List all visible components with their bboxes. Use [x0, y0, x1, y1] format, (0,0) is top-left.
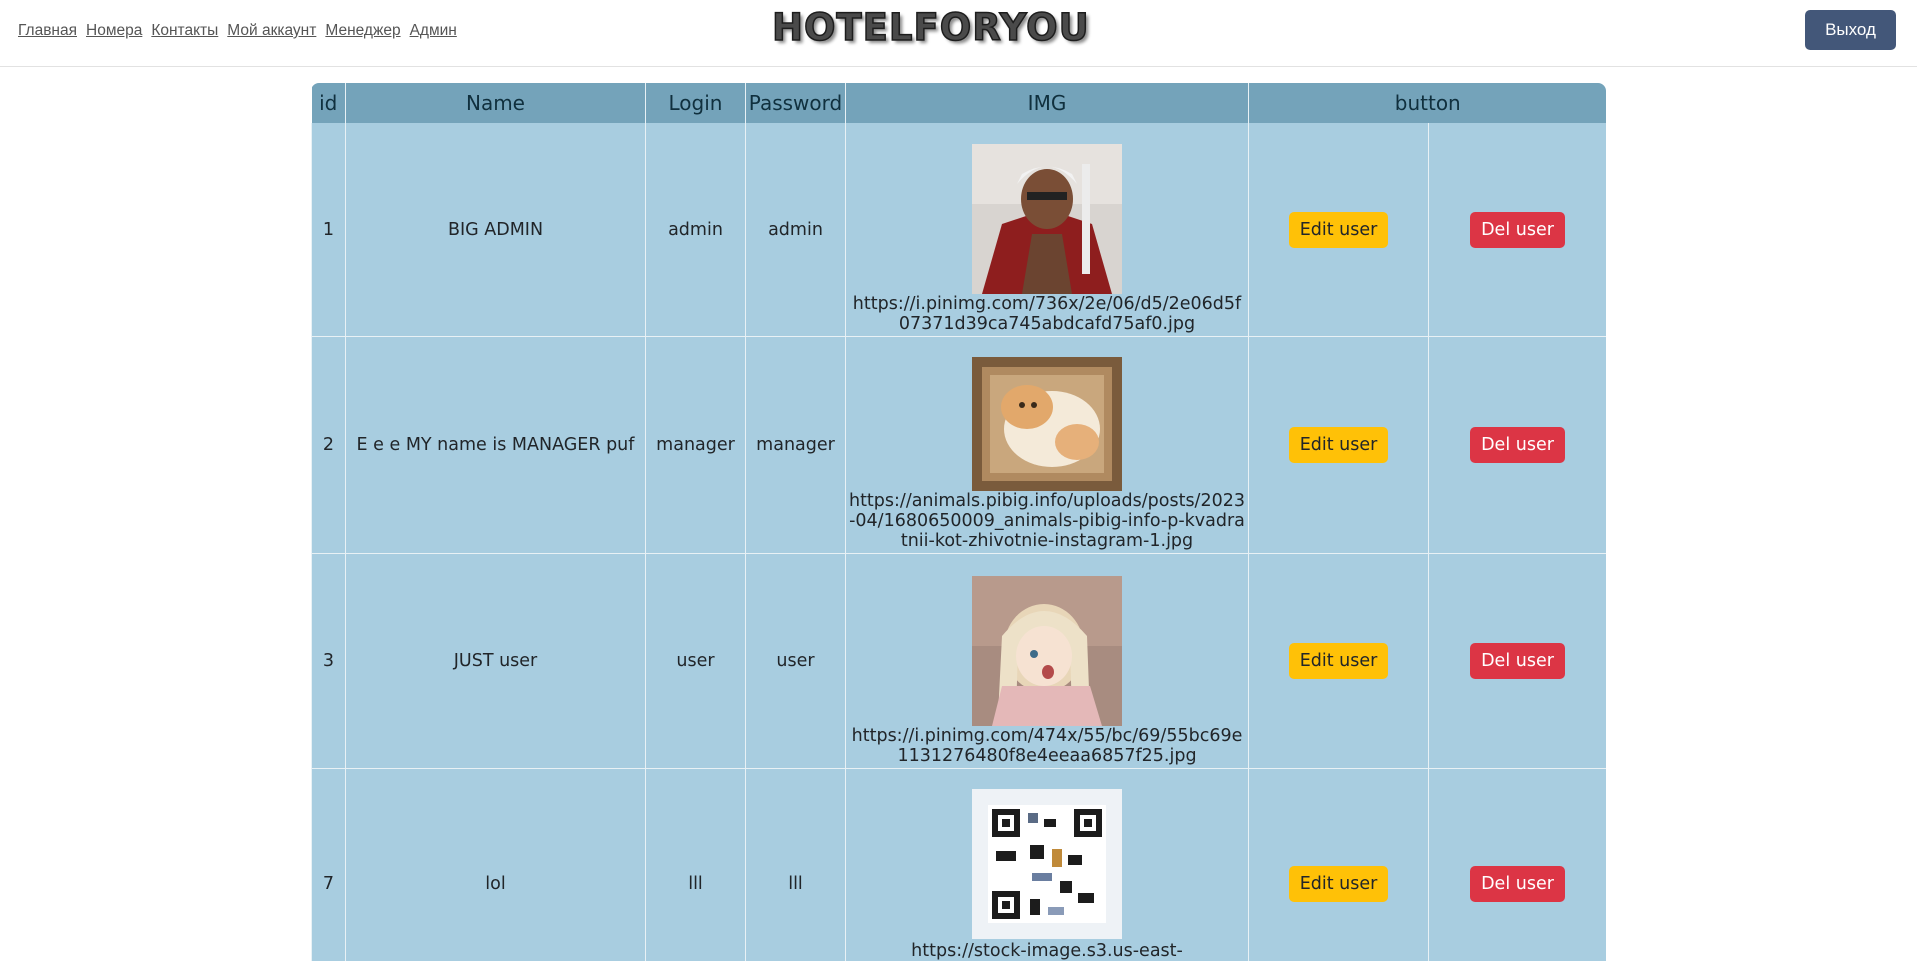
table-row: 1 BIG ADMIN admin admin https://i.pinimg…	[311, 123, 1606, 337]
cell-login: admin	[645, 123, 746, 337]
cell-name: BIG ADMIN	[345, 123, 646, 337]
image-url: https://stock-image.s3.us-east-	[911, 941, 1183, 961]
header-id: id	[311, 83, 346, 123]
nav-link-home[interactable]: Главная	[18, 22, 77, 39]
image-url: https://animals.pibig.info/uploads/posts…	[848, 491, 1245, 551]
del-user-button[interactable]: Del user	[1470, 427, 1565, 463]
cell-name: JUST user	[345, 553, 646, 769]
cell-img: https://animals.pibig.info/uploads/posts…	[845, 336, 1249, 554]
cell-password: lll	[745, 768, 846, 961]
main-nav: Главная Номера Контакты Мой аккаунт Менеджер…	[18, 22, 466, 40]
del-user-button[interactable]: Del user	[1470, 643, 1565, 679]
user-avatar-image	[972, 789, 1122, 939]
image-url: https://i.pinimg.com/736x/2e/06/d5/2e06d…	[852, 294, 1242, 334]
cell-login: lll	[645, 768, 746, 961]
cell-password: user	[745, 553, 846, 769]
header-button: button	[1248, 83, 1606, 123]
edit-user-button[interactable]: Edit user	[1288, 427, 1389, 463]
logout-button[interactable]: Выход	[1805, 10, 1896, 50]
header-name: Name	[345, 83, 646, 123]
user-avatar-image	[972, 576, 1122, 726]
table-row: 7 lol lll lll https://stock-image.s3.us-…	[311, 768, 1606, 961]
cell-img: https://stock-image.s3.us-east-	[845, 768, 1249, 961]
cell-img: https://i.pinimg.com/474x/55/bc/69/55bc6…	[845, 553, 1249, 769]
cell-name: E e e MY name is MANAGER puf	[345, 336, 646, 554]
nav-link-account[interactable]: Мой аккаунт	[227, 22, 316, 39]
del-user-button[interactable]: Del user	[1470, 866, 1565, 902]
cell-id: 3	[311, 553, 346, 769]
cell-id: 7	[311, 768, 346, 961]
cell-del: Del user	[1428, 768, 1606, 961]
header-login: Login	[645, 83, 746, 123]
nav-link-manager[interactable]: Менеджер	[325, 22, 400, 39]
header-img: IMG	[845, 83, 1249, 123]
cell-edit: Edit user	[1248, 553, 1429, 769]
cell-login: user	[645, 553, 746, 769]
cell-edit: Edit user	[1248, 336, 1429, 554]
edit-user-button[interactable]: Edit user	[1288, 643, 1389, 679]
cell-password: manager	[745, 336, 846, 554]
edit-user-button[interactable]: Edit user	[1288, 211, 1389, 248]
edit-user-button[interactable]: Edit user	[1288, 866, 1389, 902]
cell-password: admin	[745, 123, 846, 337]
site-logo: HOTELFORYOU	[771, 5, 1090, 50]
nav-link-admin[interactable]: Админ	[410, 22, 457, 39]
cell-img: https://i.pinimg.com/736x/2e/06/d5/2e06d…	[845, 123, 1249, 337]
table-row: 3 JUST user user user https://i.pinimg.c…	[311, 553, 1606, 769]
cell-name: lol	[345, 768, 646, 961]
users-table-container: id Name Login Password IMG button 1 BIG …	[311, 83, 1606, 961]
users-table: id Name Login Password IMG button 1 BIG …	[311, 83, 1606, 961]
cell-edit: Edit user	[1248, 123, 1429, 337]
cell-del: Del user	[1428, 553, 1606, 769]
cell-id: 1	[311, 123, 346, 337]
cell-login: manager	[645, 336, 746, 554]
header-password: Password	[745, 83, 846, 123]
cell-del: Del user	[1428, 336, 1606, 554]
cell-id: 2	[311, 336, 346, 554]
user-avatar-image	[972, 357, 1122, 491]
nav-link-rooms[interactable]: Номера	[86, 22, 142, 39]
table-row: 2 E e e MY name is MANAGER puf manager m…	[311, 336, 1606, 554]
user-avatar-image	[972, 144, 1122, 294]
image-url: https://i.pinimg.com/474x/55/bc/69/55bc6…	[851, 726, 1243, 766]
cell-del: Del user	[1428, 123, 1606, 337]
top-bar: Главная Номера Контакты Мой аккаунт Менеджер…	[0, 0, 1917, 67]
cell-edit: Edit user	[1248, 768, 1429, 961]
del-user-button[interactable]: Del user	[1470, 211, 1565, 248]
table-header-row: id Name Login Password IMG button	[311, 83, 1606, 123]
nav-link-contacts[interactable]: Контакты	[151, 22, 218, 39]
